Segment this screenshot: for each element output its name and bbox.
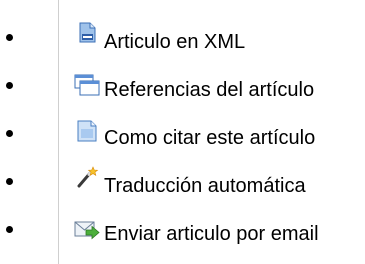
bullet	[6, 130, 13, 137]
bullet	[6, 34, 13, 41]
cite-document-icon	[74, 120, 100, 142]
email-send-icon	[74, 220, 100, 242]
list-item-email: Enviar articulo por email	[0, 212, 365, 252]
magic-wand-icon	[74, 166, 100, 188]
references-windows-icon	[74, 74, 100, 96]
list-item-references: Referencias del artículo	[0, 68, 365, 108]
list-item-cite: Como citar este artículo	[0, 116, 365, 156]
menu-item-label: Enviar articulo por email	[104, 223, 319, 245]
bullet	[6, 178, 13, 185]
bullet	[6, 82, 13, 89]
menu-item-label: Articulo en XML	[104, 31, 246, 53]
menu-item-label: Referencias del artículo	[104, 79, 315, 101]
bullet	[6, 226, 13, 233]
menu-item-label: Traducción automática	[104, 175, 306, 197]
xml-document-icon	[74, 22, 100, 44]
menu-item-label: Como citar este artículo	[104, 127, 316, 149]
list-item-translation: Traducción automática	[0, 164, 365, 204]
list-item-xml: Articulo en XML	[0, 20, 365, 60]
